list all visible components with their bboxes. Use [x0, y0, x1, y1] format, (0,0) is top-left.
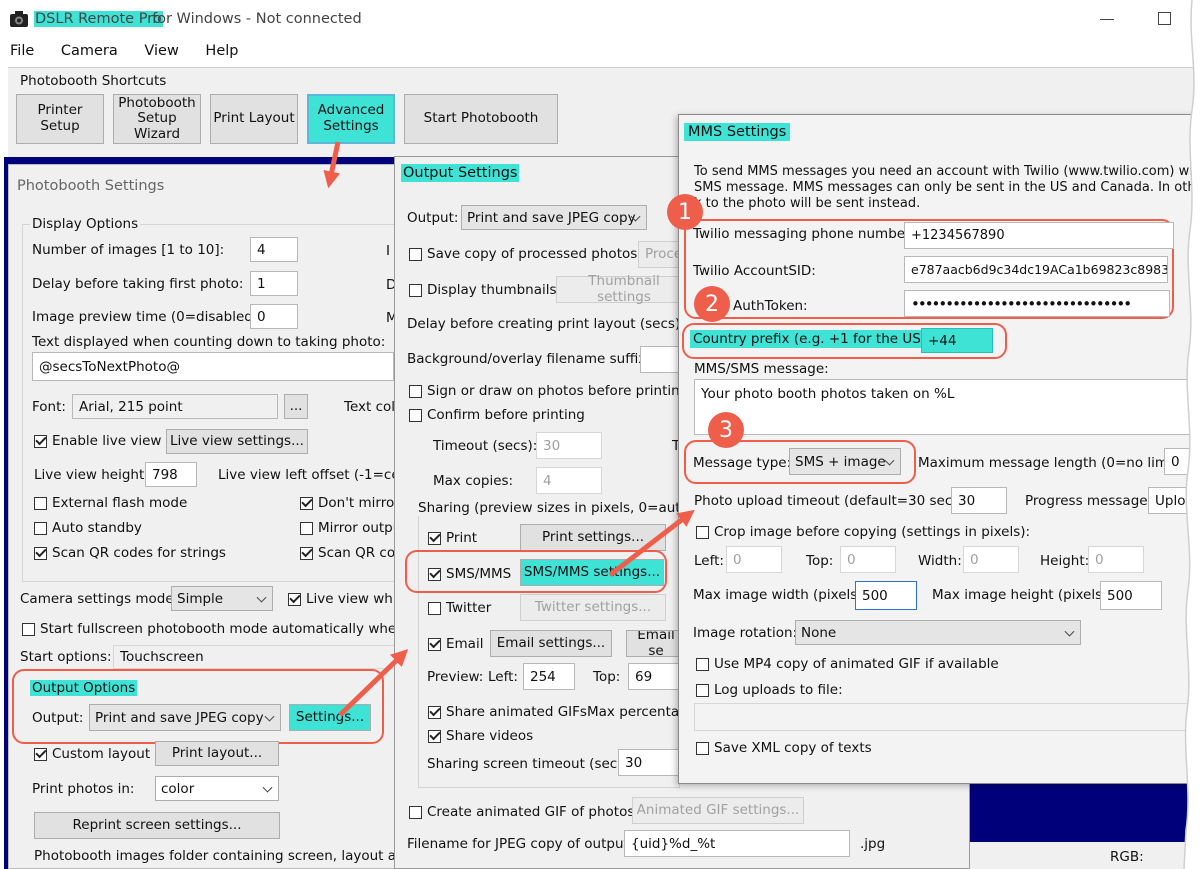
torn-edge [1183, 0, 1200, 869]
arrow-to-mms-settings [608, 509, 695, 577]
arrow-to-output-settings [338, 649, 409, 717]
arrow-to-photobooth-settings [323, 141, 341, 189]
arrows-overlay [323, 141, 695, 717]
